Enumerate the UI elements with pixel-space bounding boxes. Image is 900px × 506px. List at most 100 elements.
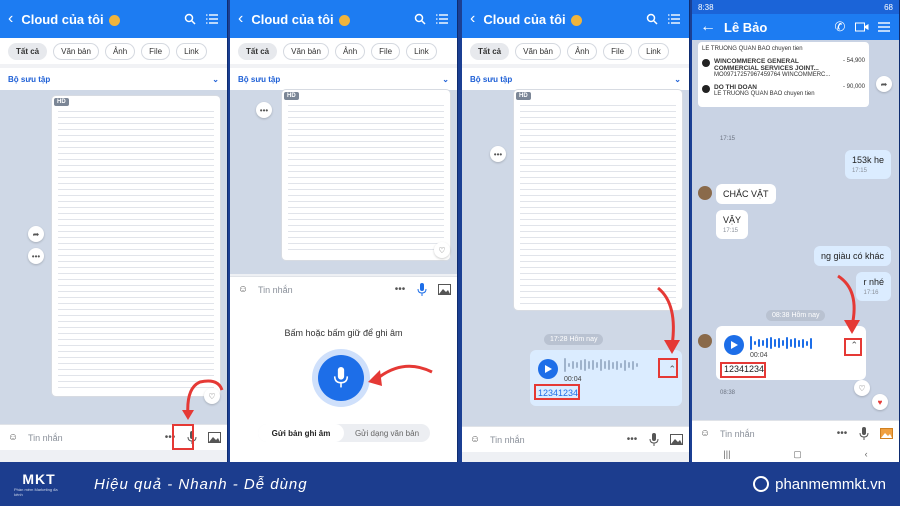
avatar[interactable] <box>698 186 712 200</box>
more-icon[interactable]: ••• <box>393 283 407 297</box>
transaction-row: WINCOMMERCE GENERAL COMMERCIAL SERVICES … <box>702 58 865 78</box>
more-icon[interactable]: ••• <box>835 427 849 441</box>
sticker-icon[interactable]: ☺ <box>236 283 250 297</box>
share-icon[interactable]: ➦ <box>28 226 44 242</box>
search-icon[interactable] <box>645 12 659 26</box>
website-link[interactable]: phanmemmkt.vn <box>753 476 886 493</box>
microphone-icon[interactable] <box>857 426 871 441</box>
tutorial-stage: ‹ Cloud của tôi Tất cả Văn bản Ảnh File … <box>0 0 900 462</box>
search-icon[interactable] <box>413 12 427 26</box>
image-picker-icon[interactable] <box>879 427 893 441</box>
more-icon[interactable]: ••• <box>625 433 639 447</box>
collection-header[interactable]: Bộ sưu tập ⌄ <box>462 68 689 90</box>
transaction-name: DO THI DOAN <box>714 84 757 91</box>
filter-chips: Tất cả Văn bản Ảnh File Link <box>462 38 689 64</box>
filter-image[interactable]: Ảnh <box>566 42 598 60</box>
image-picker-icon[interactable] <box>207 431 221 445</box>
transaction-amount: - 90,000 <box>842 84 865 90</box>
message-input[interactable]: Tin nhắn <box>28 433 155 443</box>
verified-badge-icon <box>571 14 583 26</box>
microphone-icon[interactable] <box>415 282 429 297</box>
chat-message-out[interactable]: 153k he 17:15 <box>844 150 891 179</box>
record-button[interactable] <box>318 355 364 401</box>
message-input[interactable]: Tin nhắn <box>490 435 617 445</box>
message-input[interactable]: Tin nhắn <box>258 285 385 295</box>
back-arrow-icon[interactable]: ‹ <box>8 10 13 28</box>
filter-file[interactable]: File <box>603 42 633 60</box>
heart-react-icon[interactable]: ♡ <box>434 242 450 258</box>
page-title: Cloud của tôi <box>483 11 566 27</box>
filter-text[interactable]: Văn bản <box>515 42 561 60</box>
message-text: ng giàu có khác <box>820 251 884 261</box>
sticker-icon[interactable]: ☺ <box>468 433 482 447</box>
filter-link[interactable]: Link <box>406 42 437 60</box>
brand-name: MKT <box>22 471 56 487</box>
collection-header[interactable]: Bộ sưu tập ⌄ <box>230 68 457 90</box>
image-message[interactable]: HD <box>514 90 682 310</box>
nav-back-icon[interactable]: ‹ <box>865 449 868 459</box>
more-options-icon[interactable]: ••• <box>256 102 272 118</box>
more-options-icon[interactable]: ••• <box>490 146 506 162</box>
nav-recent-icon[interactable]: ||| <box>723 449 730 459</box>
back-arrow-icon[interactable]: ‹ <box>470 10 475 28</box>
filter-image[interactable]: Ảnh <box>104 42 136 60</box>
sticker-icon[interactable]: ☺ <box>6 431 20 445</box>
chat-message-in[interactable]: CHẮC VẬT <box>716 184 776 204</box>
avatar[interactable] <box>698 334 712 348</box>
highlight-transcript-box <box>720 362 766 378</box>
more-options-icon[interactable]: ••• <box>28 248 44 264</box>
back-arrow-icon[interactable]: ← <box>700 18 716 36</box>
hd-badge: HD <box>516 92 531 100</box>
nav-home-icon[interactable]: ▢ <box>793 449 802 460</box>
image-message[interactable]: HD <box>282 90 450 260</box>
filter-all[interactable]: Tất cả <box>238 42 278 60</box>
filter-file[interactable]: File <box>141 42 171 60</box>
hd-badge: HD <box>284 92 299 100</box>
menu-list-icon[interactable] <box>877 20 891 34</box>
play-button[interactable] <box>538 359 558 379</box>
filter-image[interactable]: Ảnh <box>334 42 366 60</box>
image-message[interactable]: HD <box>52 96 220 396</box>
menu-list-icon[interactable] <box>435 12 449 26</box>
chat-message-out[interactable]: ng giàu có khác <box>813 246 891 266</box>
filter-text[interactable]: Văn bản <box>53 42 99 60</box>
transaction-sub: MO09717257967459764 WINCOMMERC... <box>714 72 831 78</box>
phone-cloud-chat-1: ‹ Cloud của tôi Tất cả Văn bản Ảnh File … <box>0 0 228 462</box>
heart-filled-icon[interactable]: ♥ <box>872 394 888 410</box>
message-input-bar: ☺ Tin nhắn ••• <box>462 426 689 452</box>
tutorial-arrow <box>182 379 224 420</box>
filter-text[interactable]: Văn bản <box>283 42 329 60</box>
heart-react-icon[interactable]: ♡ <box>854 380 870 396</box>
battery-level: 68 <box>884 2 893 12</box>
filter-all[interactable]: Tất cả <box>8 42 48 60</box>
message-time: 17:15 <box>723 228 739 234</box>
screenshot-thumbnail <box>520 100 676 304</box>
bank-icon <box>702 59 710 67</box>
chat-area: LE TRUONG QUAN BAO chuyen tien WINCOMMER… <box>692 40 899 420</box>
sticker-icon[interactable]: ☺ <box>698 427 712 441</box>
filter-link[interactable]: Link <box>176 42 207 60</box>
mode-send-audio[interactable]: Gửi bản ghi âm <box>258 424 344 442</box>
message-input[interactable]: Tin nhắn <box>720 429 827 439</box>
chat-message-in[interactable]: VẬY 17:15 <box>716 210 749 239</box>
search-icon[interactable] <box>183 12 197 26</box>
mode-send-text[interactable]: Gửi dạng văn bản <box>344 424 430 442</box>
contact-name[interactable]: Lê Bảo <box>724 20 825 35</box>
microphone-icon[interactable] <box>647 432 661 447</box>
menu-list-icon[interactable] <box>667 12 681 26</box>
share-icon[interactable]: ➦ <box>876 76 892 92</box>
video-call-icon[interactable] <box>855 20 869 34</box>
menu-list-icon[interactable] <box>205 12 219 26</box>
page-title: Cloud của tôi <box>251 11 334 27</box>
filter-link[interactable]: Link <box>638 42 669 60</box>
collection-header[interactable]: Bộ sưu tập ⌄ <box>0 68 227 90</box>
back-arrow-icon[interactable]: ‹ <box>238 10 243 28</box>
play-button[interactable] <box>724 335 744 355</box>
phone-cloud-voice-result: ‹ Cloud của tôi Tất cả Văn bản Ảnh File … <box>462 0 690 462</box>
call-icon[interactable]: ✆ <box>833 19 847 34</box>
filter-all[interactable]: Tất cả <box>470 42 510 60</box>
transaction-image[interactable]: LE TRUONG QUAN BAO chuyen tien WINCOMMER… <box>698 42 869 107</box>
image-picker-icon[interactable] <box>669 433 683 447</box>
image-picker-icon[interactable] <box>437 283 451 297</box>
filter-file[interactable]: File <box>371 42 401 60</box>
